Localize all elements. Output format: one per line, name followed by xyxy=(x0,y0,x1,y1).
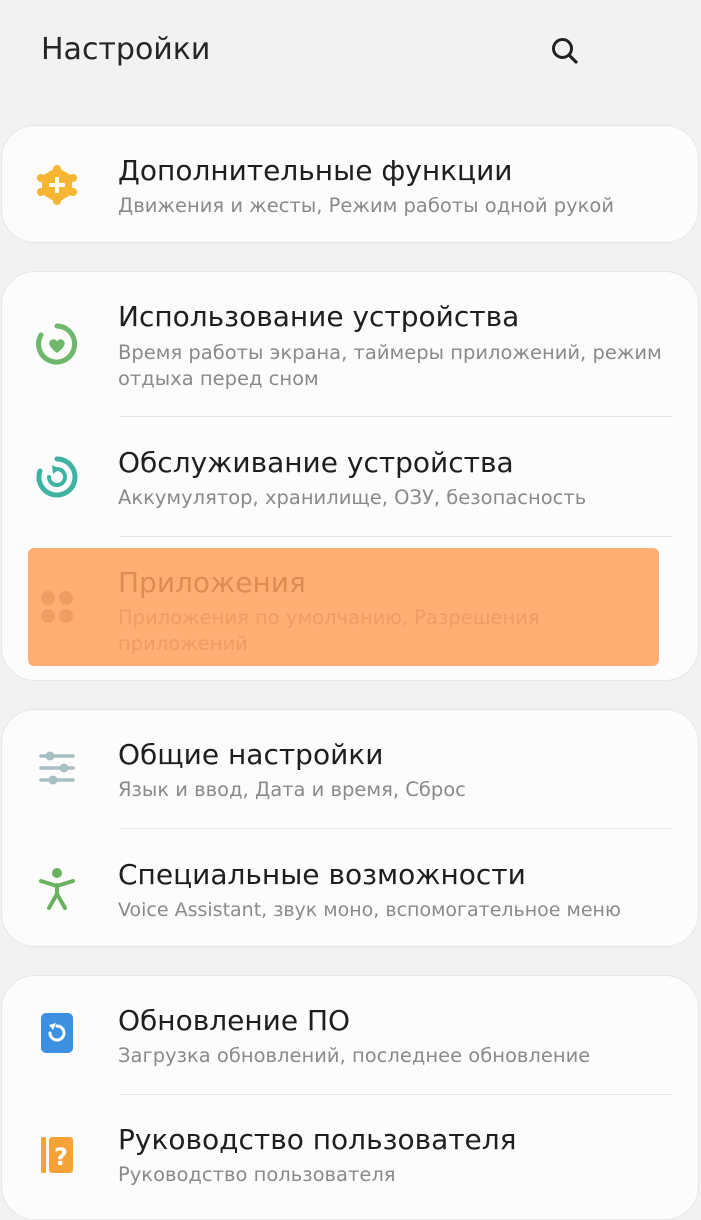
apps-grid-icon xyxy=(33,583,81,631)
item-subtitle: Время работы экрана, таймеры приложений,… xyxy=(118,341,662,390)
item-subtitle: Аккумулятор, хранилище, ОЗУ, безопасност… xyxy=(118,486,587,509)
item-subtitle: Voice Assistant, звук моно, вспомогатель… xyxy=(118,899,621,921)
gear-plus-icon xyxy=(33,161,81,209)
sliders-icon xyxy=(33,744,81,792)
search-button[interactable] xyxy=(540,26,590,76)
settings-item-device-care[interactable]: Обслуживание устройства Аккумулятор, хра… xyxy=(2,417,698,537)
item-title: Общие настройки xyxy=(118,738,384,771)
settings-item-user-manual[interactable]: ? Руководство пользователя Руководство п… xyxy=(2,1095,698,1219)
settings-card-device: Использование устройства Время работы эк… xyxy=(1,271,699,681)
update-icon xyxy=(33,1009,81,1057)
item-title: Специальные возможности xyxy=(118,858,526,891)
item-title: Обслуживание устройства xyxy=(118,446,514,479)
settings-card-support: Обновление ПО Загрузка обновлений, после… xyxy=(1,975,699,1220)
svg-text:?: ? xyxy=(54,1143,68,1171)
settings-card-advanced: Дополнительные функции Движения и жесты,… xyxy=(1,125,699,243)
accessibility-person-icon xyxy=(33,865,81,913)
item-title: Обновление ПО xyxy=(118,1004,351,1037)
item-subtitle: Загрузка обновлений, последнее обновлени… xyxy=(118,1044,591,1067)
item-title: Дополнительные функции xyxy=(118,154,513,187)
settings-item-accessibility[interactable]: Специальные возможности Voice Assistant,… xyxy=(2,829,698,946)
item-subtitle: Руководство пользователя xyxy=(118,1163,396,1186)
settings-item-general-settings[interactable]: Общие настройки Язык и ввод, Дата и врем… xyxy=(2,710,698,828)
settings-card-general: Общие настройки Язык и ввод, Дата и врем… xyxy=(1,709,699,947)
manual-question-icon: ? xyxy=(33,1131,81,1179)
settings-item-advanced-features[interactable]: Дополнительные функции Движения и жесты,… xyxy=(2,126,698,242)
settings-item-apps[interactable]: Приложения Приложения по умолчанию, Разр… xyxy=(2,537,698,680)
item-title: Приложения xyxy=(118,566,306,599)
item-subtitle: Приложения по умолчанию, Разрешения прил… xyxy=(118,606,540,655)
heart-ring-icon xyxy=(33,320,81,368)
settings-item-software-update[interactable]: Обновление ПО Загрузка обновлений, после… xyxy=(2,976,698,1094)
page-title: Настройки xyxy=(41,32,211,67)
item-subtitle: Движения и жесты, Режим работы одной рук… xyxy=(118,194,615,217)
item-title: Руководство пользователя xyxy=(118,1123,517,1156)
refresh-ring-icon xyxy=(33,453,81,501)
header: Настройки xyxy=(0,0,701,100)
item-title: Использование устройства xyxy=(118,300,520,333)
search-icon xyxy=(552,38,578,64)
item-subtitle: Язык и ввод, Дата и время, Сброс xyxy=(118,778,466,801)
settings-item-device-usage[interactable]: Использование устройства Время работы эк… xyxy=(2,272,698,416)
